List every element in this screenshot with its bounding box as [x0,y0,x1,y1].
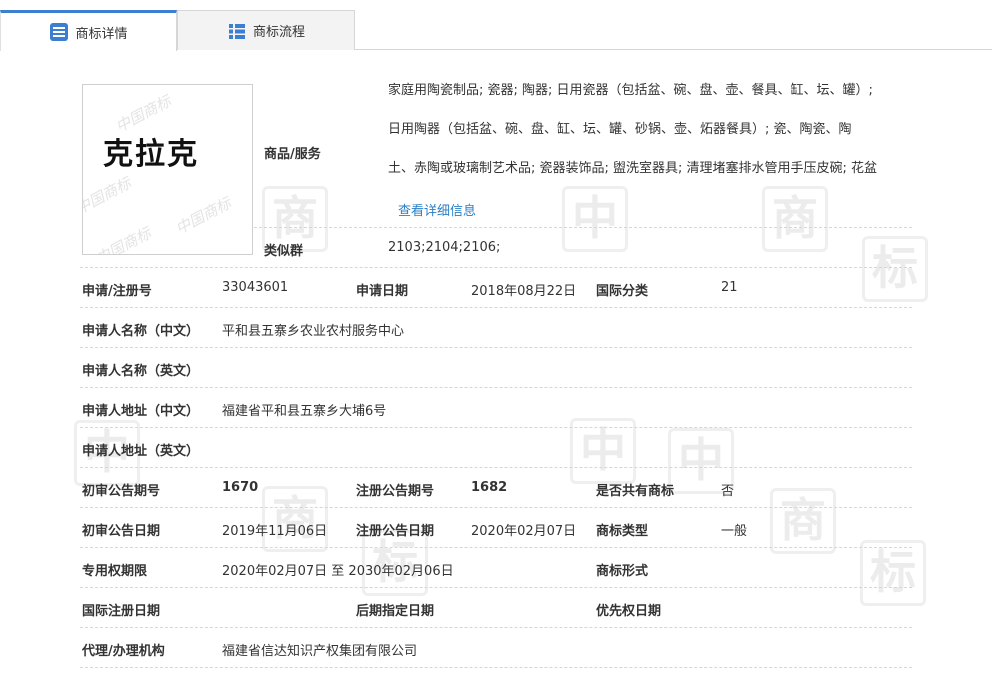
goods-line: 日用陶器（包括盆、碗、盘、缸、坛、罐、砂锅、壶、炻器餐具）; 瓷、陶瓷、陶 [388,122,852,137]
prelim-date-value: 2019年11月06日 [222,524,328,539]
agent-value: 福建省信达知识产权集团有限公司 [222,644,418,659]
applicant-cn-value: 平和县五寨乡农业农村服务中心 [222,324,405,339]
image-watermark: 中国商标 [92,223,154,255]
similar-group-value: 2103;2104;2106; [388,240,501,255]
priority-date-label: 优先权日期 [596,604,662,619]
tab-label: 商标流程 [252,25,305,40]
view-details-link[interactable]: 查看详细信息 [398,200,476,219]
watermark-char: 标 [862,236,928,302]
shared-value: 否 [721,484,735,499]
list-doc-icon [49,22,69,42]
divider [80,667,912,668]
watermark-char: 商 [770,488,836,554]
prelim-no-value: 1670 [222,480,259,495]
prelim-no-label: 初审公告期号 [82,484,161,499]
applicant-cn-label: 申请人名称（中文） [82,324,200,339]
tab-trademark-detail[interactable]: 商标详情 [0,10,177,51]
image-watermark: 中国商标 [82,173,134,218]
divider [80,467,912,468]
tab-label: 商标详情 [75,26,128,42]
address-cn-label: 申请人地址（中文） [82,404,200,419]
divider [80,267,912,268]
watermark-char: 标 [860,540,926,606]
exclusive-value: 2020年02月07日 至 2030年02月06日 [222,564,454,579]
reg-no-label: 申请/注册号 [82,284,152,299]
apply-date-value: 2018年08月22日 [471,284,577,299]
exclusive-label: 专用权期限 [82,564,148,579]
reg-notice-date-value: 2020年02月07日 [471,524,577,539]
intl-class-value: 21 [721,280,738,295]
similar-group-label: 类似群 [264,244,304,259]
address-cn-value: 福建省平和县五寨乡大埔6号 [222,404,387,419]
divider [80,587,912,588]
divider [80,347,912,348]
list-icon [227,21,247,41]
tm-form-label: 商标形式 [596,564,649,579]
shared-label: 是否共有商标 [596,484,675,499]
divider [80,507,912,508]
divider [80,427,912,428]
image-watermark: 中国商标 [172,193,234,238]
watermark-char: 商 [762,186,828,252]
divider [80,387,912,388]
intl-class-label: 国际分类 [596,284,649,299]
address-en-label: 申请人地址（英文） [82,444,200,459]
watermark-char: 中 [562,186,628,252]
divider [80,547,912,548]
intl-reg-date-label: 国际注册日期 [82,604,161,619]
goods-line: 土、赤陶或玻璃制艺术品; 瓷器装饰品; 盥洗室器具; 清理堵塞排水管用手压皮碗;… [388,161,878,176]
divider [80,627,912,628]
reg-notice-no-label: 注册公告期号 [356,484,435,499]
divider [80,307,912,308]
apply-date-label: 申请日期 [356,284,409,299]
trademark-text: 克拉克 [103,137,199,172]
tm-type-value: 一般 [721,524,748,539]
goods-label: 商品/服务 [264,147,321,162]
prelim-date-label: 初审公告日期 [82,524,161,539]
tab-trademark-flow[interactable]: 商标流程 [177,10,355,50]
divider [254,227,912,228]
watermark-char: 商 [262,486,328,552]
later-date-label: 后期指定日期 [356,604,435,619]
reg-notice-date-label: 注册公告日期 [356,524,435,539]
tm-type-label: 商标类型 [596,524,649,539]
goods-line: 家庭用陶瓷制品; 瓷器; 陶器; 日用瓷器（包括盆、碗、盘、壶、餐具、缸、坛、罐… [388,83,873,98]
tab-bar: 商标详情 商标流程 [0,0,992,51]
reg-notice-no-value: 1682 [471,480,508,495]
reg-no-value: 33043601 [222,280,289,295]
agent-label: 代理/办理机构 [82,644,165,659]
trademark-image: 中国商标 中国商标 中国商标 中国商标 克拉克 [82,84,253,255]
applicant-en-label: 申请人名称（英文） [82,364,200,379]
